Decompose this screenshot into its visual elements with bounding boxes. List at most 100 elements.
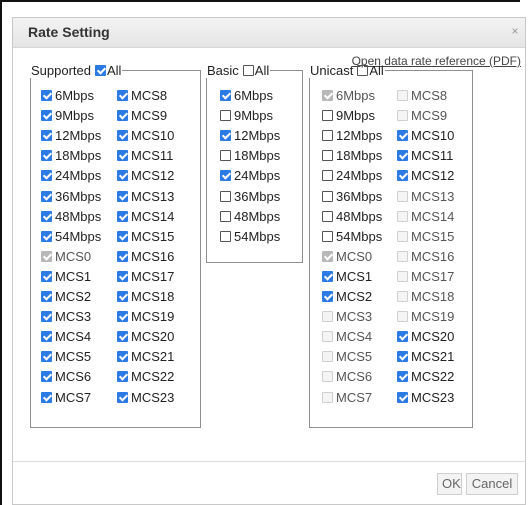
basic-rate-24mbps[interactable]: 24Mbps <box>220 166 280 186</box>
basic-rate-18mbps-checkbox[interactable] <box>220 150 231 161</box>
supported-rate-mcs13-checkbox[interactable] <box>117 191 128 202</box>
unicast-rate-mcs22[interactable]: MCS22 <box>397 367 454 387</box>
supported-rate-mcs19[interactable]: MCS19 <box>117 307 174 327</box>
supported-rate-mcs15-checkbox[interactable] <box>117 231 128 242</box>
supported-rate-mcs11[interactable]: MCS11 <box>117 146 173 166</box>
unicast-rate-48mbps[interactable]: 48Mbps <box>322 207 382 227</box>
supported-rate-mcs14-checkbox[interactable] <box>117 211 128 222</box>
unicast-rate-mcs10[interactable]: MCS10 <box>397 126 454 146</box>
supported-rate-mcs10[interactable]: MCS10 <box>117 126 174 146</box>
supported-rate-18mbps[interactable]: 18Mbps <box>41 146 101 166</box>
unicast-rate-54mbps[interactable]: 54Mbps <box>322 227 382 247</box>
supported-rate-mcs10-checkbox[interactable] <box>117 130 128 141</box>
supported-rate-mcs21-checkbox[interactable] <box>117 351 128 362</box>
supported-rate-9mbps[interactable]: 9Mbps <box>41 106 94 126</box>
supported-rate-18mbps-checkbox[interactable] <box>41 150 52 161</box>
supported-rate-mcs16-checkbox[interactable] <box>117 251 128 262</box>
supported-rate-6mbps-checkbox[interactable] <box>41 90 52 101</box>
basic-rate-12mbps[interactable]: 12Mbps <box>220 126 280 146</box>
basic-rate-9mbps[interactable]: 9Mbps <box>220 106 273 126</box>
unicast-rate-mcs23-checkbox[interactable] <box>397 392 408 403</box>
unicast-rate-54mbps-checkbox[interactable] <box>322 231 333 242</box>
supported-rate-6mbps[interactable]: 6Mbps <box>41 86 94 106</box>
unicast-rate-36mbps[interactable]: 36Mbps <box>322 187 382 207</box>
close-icon[interactable]: × <box>509 25 521 37</box>
basic-rate-18mbps[interactable]: 18Mbps <box>220 146 280 166</box>
supported-rate-12mbps-checkbox[interactable] <box>41 130 52 141</box>
supported-rate-mcs12[interactable]: MCS12 <box>117 166 174 186</box>
cancel-button[interactable]: Cancel <box>466 473 518 495</box>
supported-rate-mcs4[interactable]: MCS4 <box>41 327 91 347</box>
basic-rate-24mbps-checkbox[interactable] <box>220 170 231 181</box>
unicast-rate-mcs11[interactable]: MCS11 <box>397 146 453 166</box>
unicast-rate-mcs1-checkbox[interactable] <box>322 271 333 282</box>
unicast-rate-mcs10-checkbox[interactable] <box>397 130 408 141</box>
supported-rate-mcs1[interactable]: MCS1 <box>41 267 91 287</box>
supported-rate-mcs23[interactable]: MCS23 <box>117 388 174 408</box>
supported-rate-mcs2-checkbox[interactable] <box>41 291 52 302</box>
ok-button[interactable]: OK <box>437 473 462 495</box>
supported-rate-mcs6-checkbox[interactable] <box>41 371 52 382</box>
basic-rate-6mbps-checkbox[interactable] <box>220 90 231 101</box>
unicast-rate-mcs11-checkbox[interactable] <box>397 150 408 161</box>
supported-rate-mcs8-checkbox[interactable] <box>117 90 128 101</box>
supported-rate-9mbps-checkbox[interactable] <box>41 110 52 121</box>
unicast-rate-mcs23[interactable]: MCS23 <box>397 388 454 408</box>
supported-rate-mcs22-checkbox[interactable] <box>117 371 128 382</box>
supported-rate-mcs14[interactable]: MCS14 <box>117 207 174 227</box>
supported-rate-48mbps[interactable]: 48Mbps <box>41 207 101 227</box>
supported-rate-mcs1-checkbox[interactable] <box>41 271 52 282</box>
unicast-rate-9mbps[interactable]: 9Mbps <box>322 106 375 126</box>
supported-rate-mcs23-checkbox[interactable] <box>117 392 128 403</box>
supported-rate-mcs5-checkbox[interactable] <box>41 351 52 362</box>
supported-rate-48mbps-checkbox[interactable] <box>41 211 52 222</box>
unicast-rate-mcs2[interactable]: MCS2 <box>322 287 372 307</box>
supported-rate-mcs21[interactable]: MCS21 <box>117 347 174 367</box>
supported-rate-mcs5[interactable]: MCS5 <box>41 347 91 367</box>
unicast-rate-12mbps-checkbox[interactable] <box>322 130 333 141</box>
supported-rate-mcs17[interactable]: MCS17 <box>117 267 174 287</box>
unicast-rate-mcs21-checkbox[interactable] <box>397 351 408 362</box>
basic-rate-36mbps-checkbox[interactable] <box>220 191 231 202</box>
unicast-rate-mcs2-checkbox[interactable] <box>322 291 333 302</box>
unicast-rate-36mbps-checkbox[interactable] <box>322 191 333 202</box>
supported-rate-mcs4-checkbox[interactable] <box>41 331 52 342</box>
unicast-all-checkbox[interactable] <box>357 65 369 76</box>
supported-rate-mcs11-checkbox[interactable] <box>117 150 128 161</box>
supported-rate-mcs2[interactable]: MCS2 <box>41 287 91 307</box>
supported-rate-mcs3-checkbox[interactable] <box>41 311 52 322</box>
supported-rate-36mbps[interactable]: 36Mbps <box>41 187 101 207</box>
supported-rate-54mbps-checkbox[interactable] <box>41 231 52 242</box>
supported-rate-mcs18[interactable]: MCS18 <box>117 287 174 307</box>
basic-all-checkbox[interactable] <box>242 65 254 76</box>
unicast-rate-mcs20-checkbox[interactable] <box>397 331 408 342</box>
basic-rate-36mbps[interactable]: 36Mbps <box>220 187 280 207</box>
supported-rate-36mbps-checkbox[interactable] <box>41 191 52 202</box>
supported-rate-54mbps[interactable]: 54Mbps <box>41 227 101 247</box>
unicast-rate-mcs20[interactable]: MCS20 <box>397 327 454 347</box>
supported-rate-mcs3[interactable]: MCS3 <box>41 307 91 327</box>
supported-rate-mcs20-checkbox[interactable] <box>117 331 128 342</box>
supported-rate-mcs18-checkbox[interactable] <box>117 291 128 302</box>
unicast-rate-48mbps-checkbox[interactable] <box>322 211 333 222</box>
supported-rate-mcs17-checkbox[interactable] <box>117 271 128 282</box>
unicast-rate-mcs21[interactable]: MCS21 <box>397 347 454 367</box>
supported-rate-mcs15[interactable]: MCS15 <box>117 227 174 247</box>
unicast-rate-12mbps[interactable]: 12Mbps <box>322 126 382 146</box>
supported-rate-mcs9-checkbox[interactable] <box>117 110 128 121</box>
supported-rate-mcs8[interactable]: MCS8 <box>117 86 167 106</box>
supported-rate-mcs19-checkbox[interactable] <box>117 311 128 322</box>
basic-rate-54mbps[interactable]: 54Mbps <box>220 227 280 247</box>
basic-rate-6mbps[interactable]: 6Mbps <box>220 86 273 106</box>
supported-rate-24mbps-checkbox[interactable] <box>41 170 52 181</box>
supported-rate-mcs20[interactable]: MCS20 <box>117 327 174 347</box>
unicast-rate-18mbps[interactable]: 18Mbps <box>322 146 382 166</box>
supported-all-checkbox[interactable] <box>95 65 106 76</box>
basic-rate-48mbps[interactable]: 48Mbps <box>220 207 280 227</box>
unicast-rate-24mbps-checkbox[interactable] <box>322 170 333 181</box>
supported-rate-mcs9[interactable]: MCS9 <box>117 106 167 126</box>
supported-rate-mcs7[interactable]: MCS7 <box>41 388 91 408</box>
supported-rate-mcs22[interactable]: MCS22 <box>117 367 174 387</box>
unicast-rate-mcs12[interactable]: MCS12 <box>397 166 454 186</box>
supported-rate-24mbps[interactable]: 24Mbps <box>41 166 101 186</box>
